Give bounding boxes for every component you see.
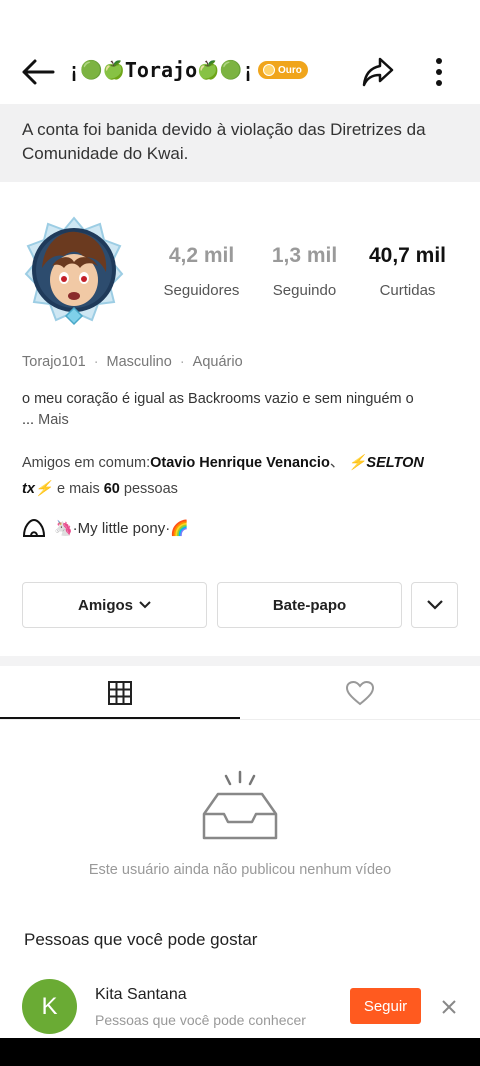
profile-stats: 4,2 mil Seguidores 1,3 mil Seguindo 40,7… [150, 244, 460, 299]
dismiss-suggestion-button[interactable] [436, 994, 462, 1020]
section-divider [0, 656, 480, 666]
stat-likes: 40,7 mil Curtidas [356, 244, 459, 299]
suggested-user-name[interactable]: Kita Santana [95, 986, 187, 1004]
gold-level-badge: Ouro [258, 61, 308, 79]
tag-label: 🦄·My little pony·🌈 [54, 520, 189, 537]
more-options-button[interactable] [424, 54, 454, 90]
stat-followers[interactable]: 4,2 mil Seguidores [150, 244, 253, 299]
friend-name: Otavio Henrique Venancio [150, 455, 330, 471]
top-bar: ¡ 🟢 🍏 Torajo 🍏 🟢 ¡ Ouro [0, 40, 480, 104]
coin-icon [263, 64, 276, 76]
avatar-image [24, 216, 124, 326]
likes-count: 40,7 mil [368, 244, 447, 267]
green-circle-emoji: 🟢 [219, 59, 242, 81]
share-button[interactable] [360, 54, 396, 90]
suggested-user-subtitle: Pessoas que você pode conhecer [95, 1012, 306, 1028]
friends-button-label: Amigos [77, 596, 133, 614]
following-count: 1,3 mil [271, 244, 338, 267]
active-tab-indicator [0, 717, 240, 719]
green-circle-emoji: 🟢 [80, 59, 103, 81]
followers-count: 4,2 mil [168, 244, 235, 267]
igloo-icon [22, 518, 46, 537]
vertical-dots-icon [436, 58, 442, 86]
avatar[interactable] [22, 216, 126, 328]
title-prefix: ¡ [68, 58, 81, 82]
chevron-down-icon [426, 600, 443, 610]
back-button[interactable] [20, 54, 56, 90]
badge-label: Ouro [278, 64, 302, 76]
empty-inbox-icon [202, 770, 278, 840]
bio-ellipsis: ... [22, 412, 35, 428]
heart-icon [345, 680, 375, 706]
title-name: Torajo [124, 58, 198, 82]
zodiac-sign: Aquário [192, 354, 243, 370]
bio: o meu coração é igual as Backrooms vazio… [22, 389, 442, 431]
followers-label: Seguidores [163, 282, 240, 299]
empty-state-text: Este usuário ainda não publicou nenhum v… [88, 862, 392, 878]
content-tabs [0, 666, 480, 720]
arrow-left-icon [22, 59, 55, 85]
grid-icon [108, 681, 132, 705]
stat-following[interactable]: 1,3 mil Seguindo [253, 244, 356, 299]
follow-button[interactable]: Seguir [350, 988, 421, 1024]
friends-count: 60 [103, 481, 120, 497]
friends-prefix: Amigos em comum: [22, 455, 151, 471]
mutual-friends[interactable]: Amigos em comum:Otavio Henrique Venancio… [22, 450, 452, 502]
chevron-down-icon [139, 601, 151, 609]
bio-text: o meu coração é igual as Backrooms vazio… [22, 391, 414, 407]
chat-button[interactable]: Bate-papo [217, 582, 402, 628]
username: Torajo101 [22, 354, 86, 370]
profile-meta: Torajo101 · Masculino · Aquário [22, 354, 243, 370]
profile-tag[interactable]: 🦄·My little pony·🌈 [22, 518, 189, 538]
friends-and: e mais [56, 481, 100, 497]
suggested-user-avatar[interactable]: K [22, 979, 77, 1034]
following-label: Seguindo [272, 282, 337, 299]
green-apple-emoji: 🍏 [102, 59, 125, 81]
friend-separator: 、 [329, 455, 345, 471]
profile-title: ¡ 🟢 🍏 Torajo 🍏 🟢 ¡ Ouro [68, 58, 308, 82]
green-apple-emoji: 🍏 [197, 59, 220, 81]
suggestions-title: Pessoas que você pode gostar [24, 930, 258, 949]
ban-notice: A conta foi banida devido à violação das… [0, 104, 480, 182]
chat-button-label: Bate-papo [272, 596, 347, 614]
share-arrow-icon [362, 57, 394, 87]
system-nav-bar [0, 1038, 480, 1066]
gender: Masculino [106, 354, 172, 370]
title-suffix: ¡ [241, 58, 255, 82]
friends-suffix: pessoas [123, 481, 178, 497]
meta-separator: · [179, 354, 185, 370]
tab-liked[interactable] [240, 666, 480, 720]
close-icon [442, 1000, 456, 1014]
likes-label: Curtidas [379, 282, 436, 299]
friends-button[interactable]: Amigos [22, 582, 207, 628]
suggestions-dropdown-button[interactable] [411, 582, 458, 628]
bio-more-link[interactable]: Mais [38, 412, 69, 428]
meta-separator: · [93, 354, 99, 370]
tab-videos[interactable] [0, 666, 240, 720]
